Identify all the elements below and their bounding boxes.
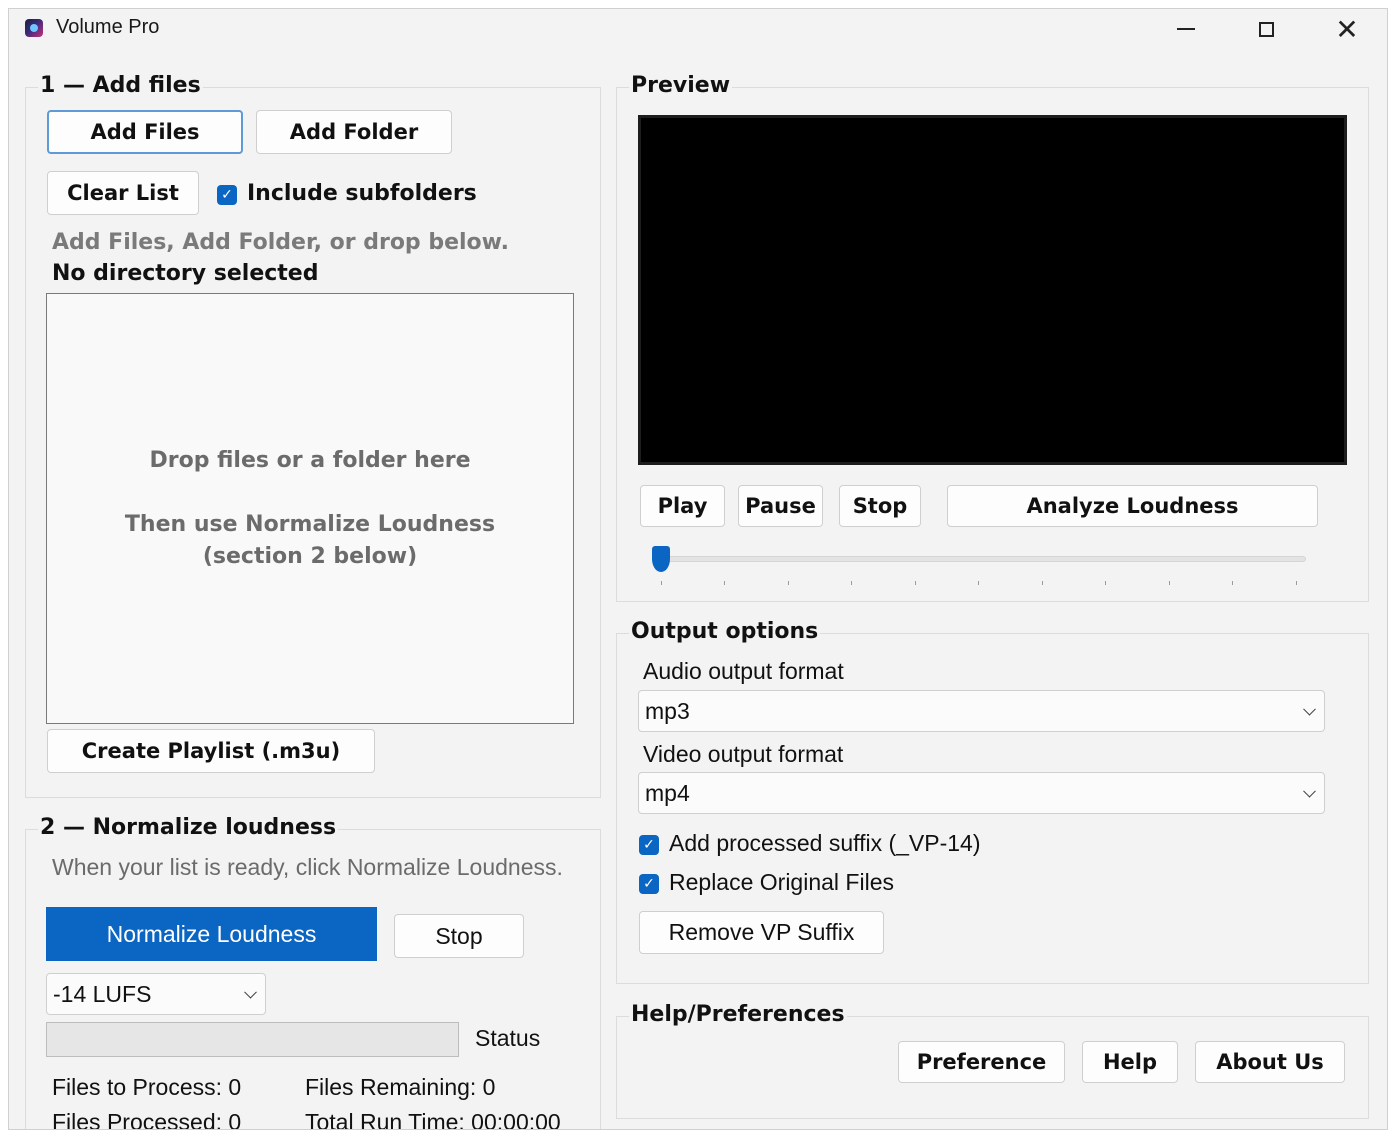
file-drop-zone[interactable]: Drop files or a folder here Then use Nor…	[46, 293, 574, 724]
slider-tick	[851, 581, 852, 585]
seek-slider-thumb[interactable]	[652, 546, 670, 572]
video-format-value: mp4	[645, 779, 690, 806]
replace-original-checkbox[interactable]: ✓	[639, 874, 659, 894]
seek-slider-track[interactable]	[652, 556, 1306, 562]
slider-tick	[1296, 581, 1297, 585]
remove-vp-suffix-button[interactable]: Remove VP Suffix	[639, 911, 884, 954]
normalize-progress-bar	[46, 1022, 459, 1057]
slider-tick	[1232, 581, 1233, 585]
slider-tick	[978, 581, 979, 585]
checkmark-icon: ✓	[643, 876, 655, 892]
window-title: Volume Pro	[56, 16, 160, 38]
drop-zone-secondary-text: Then use Normalize Loudness (section 2 b…	[124, 511, 496, 569]
slider-tick	[1105, 581, 1106, 585]
preview-stop-button[interactable]: Stop	[839, 485, 921, 527]
help-button[interactable]: Help	[1082, 1041, 1178, 1083]
checkmark-icon: ✓	[643, 837, 655, 853]
app-window: Volume Pro ✕ 1 — Add files Add Files Add…	[8, 8, 1388, 1130]
preference-button[interactable]: Preference	[898, 1041, 1065, 1083]
add-suffix-label[interactable]: Add processed suffix (_VP-14)	[669, 830, 981, 857]
files-processed-label: Files Processed: 0	[52, 1109, 242, 1130]
video-preview	[638, 115, 1347, 465]
audio-format-label: Audio output format	[643, 658, 844, 684]
minimize-button[interactable]	[1146, 9, 1226, 49]
add-files-title: 1 — Add files	[38, 73, 203, 98]
app-logo-icon	[25, 19, 43, 37]
lufs-target-value: -14 LUFS	[53, 980, 152, 1007]
normalize-stop-button[interactable]: Stop	[394, 914, 524, 958]
slider-tick	[724, 581, 725, 585]
total-run-time-label: Total Run Time: 00:00:00	[305, 1109, 561, 1130]
drop-zone-primary-text: Drop files or a folder here	[149, 447, 471, 473]
chevron-down-icon	[244, 985, 257, 999]
checkmark-icon: ✓	[221, 187, 233, 203]
files-to-process-label: Files to Process: 0	[52, 1074, 242, 1100]
help-preferences-title: Help/Preferences	[629, 1002, 847, 1027]
maximize-button[interactable]	[1226, 9, 1306, 49]
add-folder-button[interactable]: Add Folder	[256, 110, 452, 154]
status-label: Status	[475, 1025, 541, 1051]
add-files-hint: Add Files, Add Folder, or drop below.	[52, 230, 509, 255]
analyze-loudness-button[interactable]: Analyze Loudness	[947, 485, 1318, 527]
slider-tick	[788, 581, 789, 585]
output-options-title: Output options	[629, 619, 821, 644]
title-bar[interactable]: Volume Pro ✕	[9, 9, 1387, 53]
create-playlist-button[interactable]: Create Playlist (.m3u)	[47, 729, 375, 773]
close-button[interactable]: ✕	[1307, 9, 1387, 49]
slider-tick	[1042, 581, 1043, 585]
normalize-title: 2 — Normalize loudness	[38, 815, 339, 840]
include-subfolders-checkbox[interactable]: ✓	[217, 185, 237, 205]
video-format-select[interactable]: mp4	[638, 772, 1325, 814]
files-remaining-label: Files Remaining: 0	[305, 1074, 496, 1100]
add-files-button[interactable]: Add Files	[47, 110, 243, 154]
replace-original-label[interactable]: Replace Original Files	[669, 869, 894, 896]
slider-tick	[661, 581, 662, 585]
clear-list-button[interactable]: Clear List	[47, 171, 199, 215]
about-us-button[interactable]: About Us	[1195, 1041, 1345, 1083]
lufs-target-select[interactable]: -14 LUFS	[46, 973, 266, 1015]
pause-button[interactable]: Pause	[738, 485, 823, 527]
minimize-icon	[1177, 28, 1195, 30]
directory-label: No directory selected	[52, 261, 319, 286]
include-subfolders-label[interactable]: Include subfolders	[247, 181, 477, 206]
play-button[interactable]: Play	[640, 485, 725, 527]
slider-tick	[915, 581, 916, 585]
chevron-down-icon	[1303, 784, 1316, 798]
audio-format-select[interactable]: mp3	[638, 690, 1325, 732]
normalize-loudness-button[interactable]: Normalize Loudness	[46, 907, 377, 961]
slider-tick	[1169, 581, 1170, 585]
add-suffix-checkbox[interactable]: ✓	[639, 835, 659, 855]
audio-format-value: mp3	[645, 697, 690, 724]
close-icon: ✕	[1335, 12, 1359, 46]
preview-title: Preview	[629, 73, 733, 98]
chevron-down-icon	[1303, 702, 1316, 716]
maximize-icon	[1258, 21, 1274, 37]
normalize-hint: When your list is ready, click Normalize…	[52, 854, 563, 880]
video-format-label: Video output format	[643, 741, 844, 767]
